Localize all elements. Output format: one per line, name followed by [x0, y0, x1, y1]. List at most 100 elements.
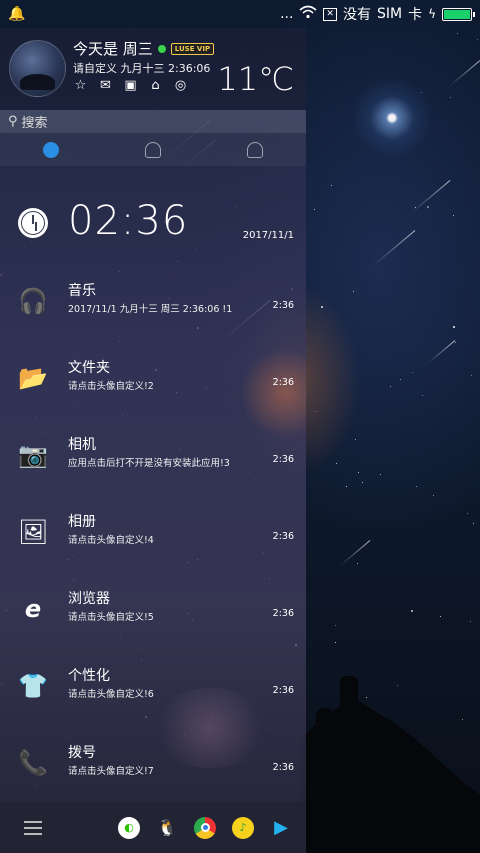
star-dot	[314, 209, 315, 210]
chrome-icon[interactable]	[194, 816, 216, 839]
camera-icon: 📷	[18, 441, 48, 469]
star-dot	[440, 616, 441, 617]
side-drawer: 今天是 周三 LUSE VIP 请自定义 九月十三 2:36:06 ☆ ✉ ▣ …	[0, 28, 306, 853]
video-player-icon[interactable]: ▶	[270, 817, 292, 839]
list-item-camera[interactable]: 📷 相机 应用点击后打不开是没有安装此应用!3 2:36	[0, 434, 306, 474]
tab-messages[interactable]	[0, 133, 102, 166]
star-dot	[421, 92, 422, 93]
no-service-text: 没有	[342, 7, 371, 23]
item-time: 2:36	[272, 454, 294, 465]
star-dot	[335, 625, 336, 626]
status-bar: 🔔 ... ✕ 没有 SIM 卡 ϟ	[0, 0, 480, 28]
person-silhouette-1	[340, 676, 358, 726]
mail-icon[interactable]: ✉	[98, 78, 113, 93]
item-time: 2:36	[272, 377, 294, 388]
item-desc: 2017/11/1 九月十三 周三 2:36:06 !1	[68, 304, 233, 315]
menu-icon[interactable]	[24, 820, 42, 835]
tab-contacts[interactable]	[102, 133, 204, 166]
star-dot	[355, 439, 356, 440]
search-input[interactable]: ⚲ 搜索	[0, 110, 306, 133]
list-item-music[interactable]: 🎧 音乐 2017/11/1 九月十三 周三 2:36:06 !1 2:36	[0, 280, 306, 320]
profile-subtitle[interactable]: 请自定义 九月十三 2:36:06	[73, 60, 210, 76]
star-dot	[471, 375, 472, 376]
star-dot	[427, 206, 429, 208]
tab-bar	[0, 133, 306, 166]
item-title: 浏览器	[68, 591, 110, 607]
phone-icon: 📞	[18, 749, 48, 777]
list-item-album[interactable]: 🖼 相册 请点击头像自定义!4 2:36	[0, 511, 306, 551]
wifi-icon	[299, 5, 317, 23]
charging-icon: ϟ	[428, 7, 436, 21]
list-item-folder[interactable]: 📂 文件夹 请点击头像自定义!2 2:36	[0, 357, 306, 397]
search-placeholder: 搜索	[21, 116, 48, 131]
item-time: 2:36	[272, 608, 294, 619]
star-dot	[457, 33, 458, 34]
tab-groups[interactable]	[204, 133, 306, 166]
star-dot	[453, 215, 454, 216]
item-time: 2:36	[272, 685, 294, 696]
store-icon[interactable]: ⌂	[148, 78, 163, 93]
profile-quick-icons: ☆ ✉ ▣ ⌂ ◎	[73, 78, 188, 93]
star-icon[interactable]: ☆	[73, 78, 88, 93]
qq-icon[interactable]: 🐧	[156, 817, 178, 839]
person-silhouette-2	[316, 708, 334, 738]
star-dot	[450, 97, 451, 98]
no-sim-icon: ✕	[323, 7, 337, 21]
battery-icon	[442, 7, 475, 21]
clock-icon	[18, 208, 48, 238]
item-desc: 请点击头像自定义!5	[68, 612, 154, 623]
star-dot	[321, 306, 323, 308]
star-dot	[470, 621, 471, 622]
avatar[interactable]	[9, 40, 66, 97]
star-dot	[416, 486, 417, 487]
star-dot	[473, 523, 474, 524]
item-title: 个性化	[68, 668, 110, 684]
group-icon	[247, 141, 263, 158]
online-status-dot	[157, 44, 166, 53]
star-dot	[397, 685, 398, 686]
star-dot	[362, 482, 363, 483]
star-dot	[411, 610, 413, 612]
chat-bubble-icon	[43, 141, 59, 158]
card-text: 卡	[408, 7, 423, 23]
clock-date: 2017/11/1	[242, 230, 294, 241]
clock-time: 02:36	[68, 198, 189, 244]
item-title: 相机	[68, 437, 96, 453]
wechat-icon[interactable]: ◐	[118, 816, 140, 839]
star-dot	[455, 342, 456, 343]
star-dot	[462, 719, 463, 720]
tshirt-icon: 👕	[18, 672, 48, 700]
item-desc: 请点击头像自定义!7	[68, 766, 154, 777]
theme-icon[interactable]: ◎	[173, 78, 188, 93]
star-dot	[336, 463, 337, 464]
star-dot	[346, 486, 347, 487]
notification-bell-icon: 🔔	[8, 6, 26, 22]
star-dot	[412, 372, 413, 373]
item-title: 拨号	[68, 745, 96, 761]
item-desc: 请点击头像自定义!6	[68, 689, 154, 700]
item-title: 音乐	[68, 283, 96, 299]
item-title: 文件夹	[68, 360, 110, 376]
item-time: 2:36	[272, 531, 294, 542]
headset-icon: 🎧	[18, 287, 48, 315]
star-dot	[400, 379, 401, 380]
star-dot	[453, 326, 455, 328]
search-icon: ⚲	[8, 114, 18, 129]
star-dot	[315, 411, 316, 412]
more-dots: ...	[280, 6, 294, 22]
list-item-dialer[interactable]: 📞 拨号 请点击头像自定义!7 2:36	[0, 742, 306, 782]
inbox-icon[interactable]: ▣	[123, 78, 138, 93]
clock-widget[interactable]: 02:36 2017/11/1	[0, 194, 306, 254]
star-dot	[467, 513, 468, 514]
star-dot	[366, 697, 367, 698]
sim-text: SIM	[376, 6, 403, 22]
list-item-browser[interactable]: e 浏览器 请点击头像自定义!5 2:36	[0, 588, 306, 628]
item-desc: 请点击头像自定义!2	[68, 381, 154, 392]
list-item-personalize[interactable]: 👕 个性化 请点击头像自定义!6 2:36	[0, 665, 306, 705]
star-dot	[380, 474, 381, 475]
qq-music-icon[interactable]: ♪	[232, 816, 254, 839]
browser-icon: e	[24, 595, 42, 623]
photo-album-icon: 🖼	[18, 518, 49, 546]
item-desc: 应用点击后打不开是没有安装此应用!3	[68, 458, 230, 469]
star-dot	[331, 185, 332, 186]
